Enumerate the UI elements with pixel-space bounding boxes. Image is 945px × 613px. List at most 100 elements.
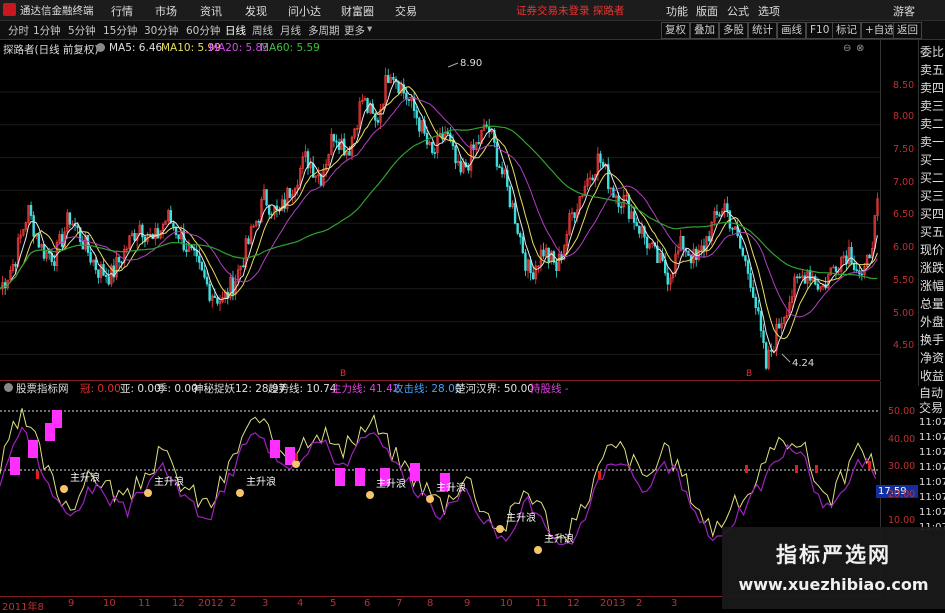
candle-body — [117, 257, 121, 263]
candle-body — [332, 134, 336, 142]
candle-body — [777, 323, 781, 329]
tab-adjust[interactable]: 复权 — [661, 22, 690, 39]
signal-label: 主升浪 — [376, 477, 406, 490]
candle-body — [348, 151, 351, 156]
y-tick: 4.50 — [893, 340, 915, 351]
menu-layout[interactable]: 版面 — [696, 3, 718, 19]
tab-f10[interactable]: F10 — [806, 22, 834, 39]
trade-time: 11:07 — [919, 462, 945, 473]
more-dropdown-icon[interactable]: ▾ — [367, 23, 372, 35]
period-15min[interactable]: 15分钟 — [103, 23, 137, 38]
y-tick: 7.00 — [893, 177, 915, 188]
auto-trade-label[interactable]: 自动 — [919, 386, 943, 400]
menu-discover[interactable]: 发现 — [245, 3, 267, 19]
signal-dot — [534, 546, 542, 554]
candle-body — [702, 245, 706, 250]
quote-field-label: 买五 — [920, 225, 945, 239]
period-monthly[interactable]: 月线 — [280, 23, 301, 38]
period-weekly[interactable]: 周线 — [252, 23, 273, 38]
quote-field-label: 换手 — [920, 333, 945, 347]
candle-body — [407, 99, 411, 101]
candle-body — [42, 244, 46, 259]
signal-dot — [426, 495, 434, 503]
indicator-gear-icon[interactable] — [4, 383, 13, 392]
indicator-name[interactable]: 股票指标网 — [16, 381, 69, 396]
period-more[interactable]: 更多 — [344, 23, 365, 38]
candle-body — [508, 186, 512, 208]
settings-gear-icon[interactable] — [96, 43, 105, 52]
candle-body — [868, 254, 871, 259]
candle-body — [751, 287, 755, 298]
period-daily[interactable]: 日线 — [225, 23, 246, 38]
menu-quotes[interactable]: 行情 — [111, 3, 133, 19]
tab-back[interactable]: 返回 — [893, 22, 922, 39]
quote-field-label: 卖二 — [920, 117, 945, 131]
login-notice[interactable]: 证券交易未登录 探路者 — [516, 3, 624, 18]
price-chart[interactable]: 8.90 4.24 B B — [0, 54, 880, 380]
candle-body — [89, 252, 92, 263]
menu-ask-xiaoda[interactable]: 问小达 — [288, 3, 321, 19]
period-60min[interactable]: 60分钟 — [186, 23, 220, 38]
indicator-value: 楚河汉界: 50.00 — [455, 383, 534, 395]
app-title: 通达信金融终端 — [20, 5, 94, 17]
x-tick: 10 — [500, 598, 513, 609]
x-tick: 3 — [671, 598, 678, 609]
signal-label: 主升浪 — [436, 481, 466, 494]
trade-time: 11:07 — [919, 417, 945, 428]
minimize-icon[interactable]: ⊖ — [843, 43, 851, 54]
menu-market[interactable]: 市场 — [155, 3, 177, 19]
menu-function[interactable]: 功能 — [666, 3, 688, 19]
guest-label[interactable]: 游客 — [893, 3, 915, 19]
auto-trade-label[interactable]: 交易 — [919, 401, 943, 415]
ind-y-tick: 40.00 — [888, 434, 916, 445]
tab-multi-stock[interactable]: 多股 — [719, 22, 748, 39]
demon-marker — [355, 468, 365, 486]
period-multi[interactable]: 多周期 — [308, 23, 340, 38]
y-tick: 6.00 — [893, 242, 915, 253]
candle-body — [803, 275, 807, 284]
candle-body — [76, 225, 79, 229]
x-tick: 9 — [68, 598, 75, 609]
y-tick: 5.50 — [893, 275, 915, 286]
indicator-value: 攻击线: 28.00 — [393, 383, 462, 395]
period-intraday[interactable]: 分时 — [8, 23, 29, 38]
candle-body — [104, 275, 108, 277]
close-panel-icon[interactable]: ⊗ — [856, 43, 864, 54]
candle-body — [531, 272, 535, 280]
period-1min[interactable]: 1分钟 — [33, 23, 61, 38]
x-tick: 9 — [464, 598, 471, 609]
x-tick: 2013 — [600, 598, 626, 609]
candle-body — [627, 194, 631, 219]
period-5min[interactable]: 5分钟 — [68, 23, 96, 38]
indicator-value: 亚: 0.00 — [120, 383, 161, 395]
signal-dot — [496, 525, 504, 533]
menu-news[interactable]: 资讯 — [200, 3, 222, 19]
candle-body — [707, 236, 711, 242]
candle-body — [599, 153, 602, 163]
candle-body — [172, 222, 175, 228]
menu-trade[interactable]: 交易 — [395, 3, 417, 19]
watermark-banner: 指标严选网 www.xuezhibiao.com — [722, 527, 945, 609]
menu-wealth-circle[interactable]: 财富圈 — [341, 3, 374, 19]
candle-body — [731, 227, 734, 230]
candle-body — [29, 205, 33, 216]
candle-body — [500, 167, 504, 175]
x-tick: 4 — [297, 598, 304, 609]
quote-field-label: 卖一 — [920, 135, 945, 149]
tab-statistics[interactable]: 统计 — [748, 22, 777, 39]
tab-overlay[interactable]: 叠加 — [690, 22, 719, 39]
candle-body — [415, 110, 418, 119]
tab-draw[interactable]: 画线 — [777, 22, 806, 39]
ma5-line — [0, 78, 878, 354]
menu-formula[interactable]: 公式 — [727, 3, 749, 19]
candle-body — [739, 235, 742, 249]
ind-y-tick: 10.00 — [888, 515, 916, 526]
y-tick: 7.50 — [893, 144, 915, 155]
period-30min[interactable]: 30分钟 — [144, 23, 178, 38]
menu-options[interactable]: 选项 — [758, 3, 780, 19]
tab-mark[interactable]: 标记 — [832, 22, 861, 39]
candle-body — [555, 262, 558, 271]
candle-body — [185, 249, 188, 252]
trend-line — [0, 408, 877, 544]
buy-signal-bar — [815, 465, 818, 473]
